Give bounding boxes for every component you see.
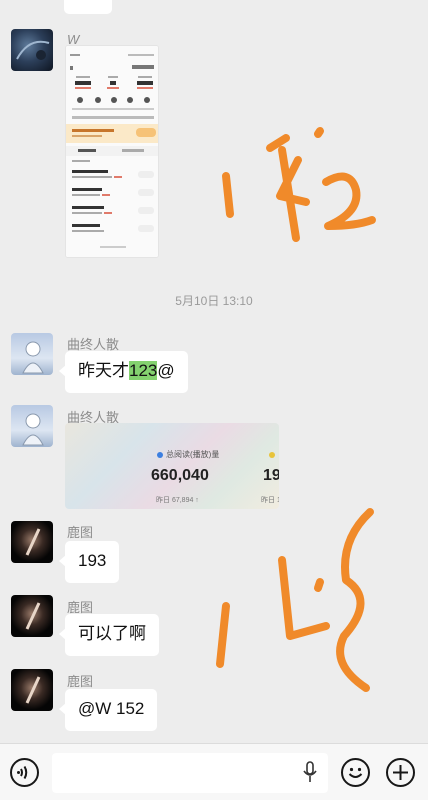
avatar-art — [25, 676, 41, 704]
timestamp: 5月10日 13:10 — [175, 294, 253, 308]
emoji-icon[interactable] — [341, 758, 370, 787]
plus-icon-glyph — [393, 765, 408, 780]
handwritten-152 — [222, 127, 376, 242]
microphone-icon[interactable] — [302, 761, 318, 785]
message-text: 昨天才 — [78, 361, 129, 380]
stats-peek-footer: 昨日 12 — [261, 497, 279, 504]
highlighted-text: 123 — [129, 361, 158, 380]
legend-dot-icon — [157, 452, 163, 458]
avatar[interactable] — [11, 521, 53, 563]
message-bubble[interactable]: 193 — [58, 541, 120, 583]
stats-legend: 总阅读(播放)量 — [166, 450, 220, 459]
stats-image[interactable]: 总阅读(播放)量 660,040 昨日 67,894 ↑ 19 昨日 12 — [65, 423, 279, 509]
avatar[interactable] — [11, 669, 53, 711]
message-text: @ — [157, 361, 175, 380]
avatar[interactable] — [11, 333, 53, 375]
avatar-art — [16, 40, 50, 60]
emoji-icon-glyph — [348, 767, 363, 778]
voice-icon[interactable] — [10, 758, 39, 787]
message-bubble[interactable]: 昨天才123@ — [59, 351, 188, 393]
stats-value: 660,040 — [151, 467, 209, 484]
message-bubble[interactable]: 可以了啊 — [59, 614, 159, 656]
voice-icon-glyph — [17, 765, 28, 780]
avatar-art — [22, 413, 44, 446]
avatar-art — [22, 341, 44, 374]
handwritten-123 — [216, 508, 374, 692]
avatar[interactable] — [11, 29, 53, 71]
screenshot-thumbnail — [66, 46, 158, 257]
input-bar — [0, 743, 428, 800]
stats-footer: 昨日 67,894 ↑ — [156, 497, 199, 504]
shared-screenshot[interactable] — [65, 45, 159, 258]
stats-peek-value: 19 — [263, 467, 279, 484]
message-bubble[interactable]: @W 152 — [58, 689, 158, 731]
avatar[interactable] — [11, 595, 53, 637]
avatar-art — [25, 528, 41, 556]
avatar[interactable] — [11, 405, 53, 447]
legend-dot-icon — [269, 452, 275, 458]
chat-area: W 5月10日 13:10 曲终人散 昨天才123@ 曲终人散 总阅读(播放)量… — [0, 0, 428, 742]
plus-icon[interactable] — [386, 758, 415, 787]
sender-name: 鹿图 — [67, 674, 94, 689]
sender-name: 鹿图 — [67, 525, 94, 540]
partial-bubble — [64, 0, 112, 14]
message-input[interactable] — [52, 753, 328, 793]
avatar-art — [25, 602, 41, 630]
